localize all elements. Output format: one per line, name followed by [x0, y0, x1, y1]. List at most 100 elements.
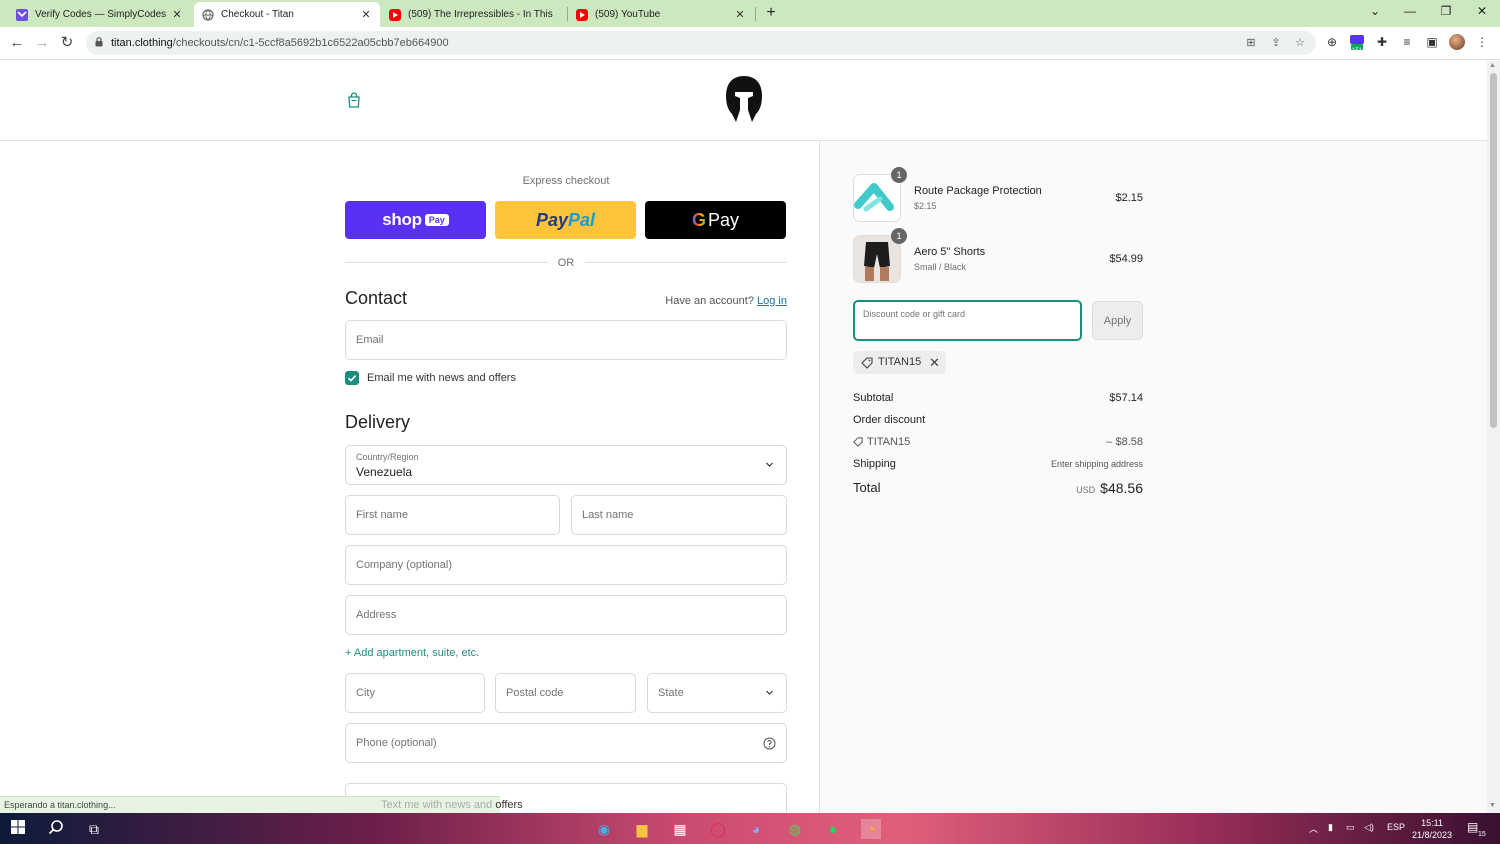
- chevron-down-icon: [766, 462, 773, 467]
- chrome-canary-icon[interactable]: ◕: [746, 819, 766, 839]
- globe-favicon-icon: [202, 8, 214, 21]
- titan-helmet-logo[interactable]: [723, 74, 765, 126]
- network-icon[interactable]: ▭: [1346, 822, 1355, 833]
- city-field[interactable]: City: [345, 673, 485, 713]
- order-discount-label: Order discount: [853, 414, 926, 426]
- help-circle-icon[interactable]: [763, 737, 776, 750]
- google-pay-button[interactable]: G Pay: [645, 201, 786, 239]
- spotify-icon[interactable]: ●: [823, 819, 843, 839]
- close-tab-icon[interactable]: ✕: [171, 8, 183, 21]
- address-field[interactable]: Address: [345, 595, 787, 635]
- aero-shorts-thumbnail: 1: [853, 228, 907, 283]
- apply-discount-button[interactable]: Apply: [1092, 301, 1143, 340]
- simplycodes-extension-icon[interactable]: 151: [1349, 34, 1365, 54]
- checkout-page: Express checkout shop Pay Pay Pal G Pay OR…: [0, 61, 1487, 813]
- item-price: $2.15: [1115, 192, 1143, 204]
- edge-browser-icon[interactable]: ◉: [594, 819, 614, 839]
- checkout-header: [0, 61, 1487, 141]
- globe-extension-icon[interactable]: ⊕: [1324, 34, 1340, 50]
- reading-list-icon[interactable]: ≡: [1399, 34, 1415, 50]
- tab-youtube[interactable]: (509) YouTube ✕: [568, 2, 754, 27]
- scroll-up-icon[interactable]: ▲: [1489, 62, 1496, 69]
- new-tab-button[interactable]: +: [762, 4, 780, 22]
- whatsapp-icon[interactable]: ◍: [785, 819, 805, 839]
- shop-pay-button[interactable]: shop Pay: [345, 201, 486, 239]
- tab-title: (509) The Irrepressibles - In This: [408, 9, 553, 20]
- tab-verify-codes[interactable]: Verify Codes — SimplyCodes ✕: [8, 2, 191, 27]
- file-explorer-icon[interactable]: ▆: [632, 819, 652, 839]
- applied-code-chip: TITAN15 ✕: [853, 351, 946, 374]
- or-divider: [345, 262, 548, 263]
- tab-search-icon[interactable]: ⌄: [1366, 4, 1384, 18]
- bookmark-star-icon[interactable]: ☆: [1293, 36, 1307, 50]
- notifications-icon[interactable]: ▤: [1467, 820, 1478, 834]
- first-name-field[interactable]: First name: [345, 495, 560, 535]
- restore-icon[interactable]: ❐: [1437, 4, 1455, 18]
- item-name: Aero 5" Shorts: [914, 246, 986, 258]
- tray-chevron-icon[interactable]: ︿: [1309, 822, 1318, 835]
- shopping-bag-icon[interactable]: [346, 92, 362, 108]
- volume-icon[interactable]: ◁): [1364, 822, 1374, 833]
- item-name: Route Package Protection: [914, 185, 1042, 197]
- newsletter-checkbox[interactable]: [345, 371, 359, 385]
- subtotal-label: Subtotal: [853, 392, 894, 404]
- item-variant: $2.15: [914, 201, 937, 211]
- delivery-title: Delivery: [345, 412, 411, 432]
- task-view-icon[interactable]: ⧉: [84, 819, 104, 839]
- tab-checkout-titan[interactable]: Checkout - Titan ✕: [194, 2, 380, 27]
- windows-start-icon[interactable]: [8, 819, 28, 839]
- store-icon[interactable]: ▦: [670, 819, 690, 839]
- chrome-icon[interactable]: ◔: [861, 819, 881, 839]
- address-bar[interactable]: titan.clothing/checkouts/cn/c1-5ccf8a569…: [86, 31, 1316, 55]
- state-select[interactable]: State: [647, 673, 787, 713]
- back-arrow-icon[interactable]: ←: [8, 34, 26, 52]
- have-account-text: Have an account? Log in: [665, 295, 787, 307]
- email-field[interactable]: Email: [345, 320, 787, 360]
- tab-title: Checkout - Titan: [221, 9, 294, 20]
- profile-avatar[interactable]: [1449, 34, 1465, 50]
- youtube-favicon-icon: [576, 8, 588, 21]
- browser-tab-bar: Verify Codes — SimplyCodes ✕ Checkout - …: [0, 0, 1500, 27]
- item-variant: Small / Black: [914, 262, 967, 272]
- tab-separator: [755, 7, 756, 21]
- close-window-icon[interactable]: ✕: [1473, 4, 1491, 18]
- close-tab-icon[interactable]: ✕: [360, 8, 372, 21]
- chrome-menu-icon[interactable]: ⋮: [1474, 34, 1490, 50]
- newsletter-label: Email me with news and offers: [367, 372, 516, 384]
- forward-arrow-icon[interactable]: →: [33, 34, 51, 52]
- share-icon[interactable]: ⇪: [1269, 36, 1283, 50]
- discount-code-input[interactable]: Discount code or gift card: [853, 300, 1082, 341]
- translate-icon[interactable]: ⊞: [1244, 36, 1258, 50]
- minimize-icon[interactable]: —: [1401, 4, 1419, 18]
- add-apartment-link[interactable]: + Add apartment, suite, etc.: [345, 647, 479, 659]
- scroll-down-icon[interactable]: ▼: [1489, 802, 1496, 809]
- microphone-icon[interactable]: ▮: [1328, 822, 1333, 833]
- side-panel-icon[interactable]: ▣: [1424, 34, 1440, 50]
- chevron-down-icon: [766, 690, 773, 695]
- company-field[interactable]: Company (optional): [345, 545, 787, 585]
- page-scrollbar[interactable]: ▲ ▼: [1487, 61, 1500, 813]
- reload-icon[interactable]: ↻: [58, 34, 76, 52]
- remove-code-icon[interactable]: ✕: [929, 355, 940, 371]
- extensions-puzzle-icon[interactable]: ✚: [1374, 34, 1390, 50]
- checkmark-icon: [347, 375, 357, 382]
- last-name-field[interactable]: Last name: [571, 495, 787, 535]
- scrollbar-thumb[interactable]: [1490, 73, 1497, 428]
- total-value: USD $48.56: [1076, 480, 1143, 496]
- clock[interactable]: 15:11 21/8/2023: [1412, 817, 1452, 841]
- opera-icon[interactable]: ◯: [708, 819, 728, 839]
- paypal-button[interactable]: Pay Pal: [495, 201, 636, 239]
- close-tab-icon[interactable]: ✕: [734, 8, 746, 21]
- browser-toolbar: ← → ↻ titan.clothing/checkouts/cn/c1-5cc…: [0, 27, 1500, 60]
- url-text: titan.clothing/checkouts/cn/c1-5ccf8a569…: [111, 37, 449, 49]
- login-link[interactable]: Log in: [757, 295, 787, 307]
- phone-field[interactable]: Phone (optional): [345, 723, 787, 763]
- language-indicator[interactable]: ESP: [1387, 822, 1405, 832]
- or-divider: [585, 262, 787, 263]
- tab-youtube-irrepressibles[interactable]: (509) The Irrepressibles - In This: [381, 2, 566, 27]
- postal-code-field[interactable]: Postal code: [495, 673, 636, 713]
- country-select[interactable]: Country/Region Venezuela: [345, 445, 787, 485]
- route-logo-icon: [854, 183, 894, 212]
- search-icon[interactable]: [46, 819, 66, 839]
- order-summary-panel: [819, 141, 1487, 813]
